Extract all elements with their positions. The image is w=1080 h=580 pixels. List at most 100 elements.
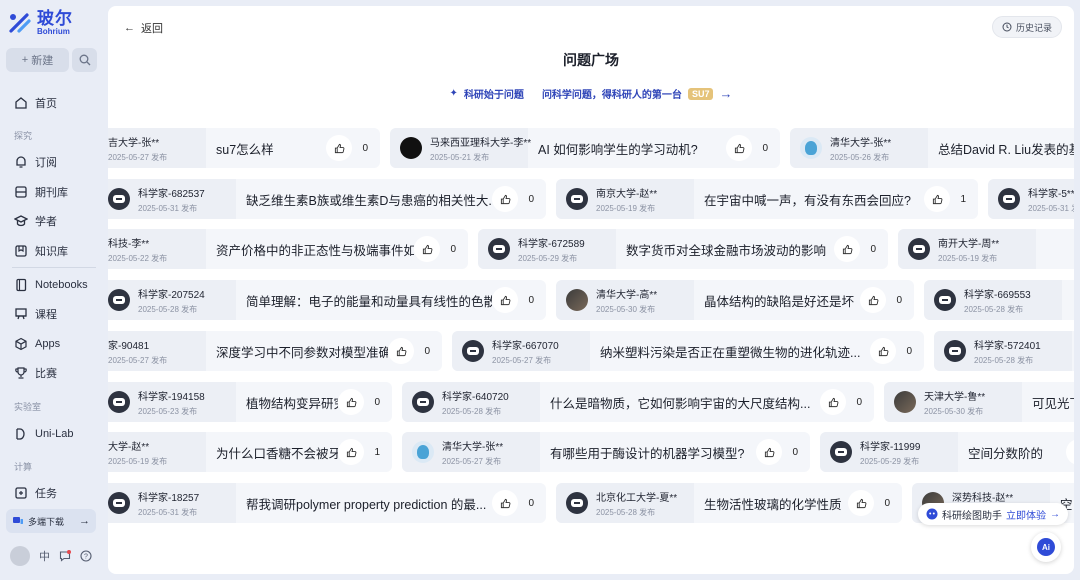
question-card[interactable]: 科学家-682537 2025-05-31 发布 缺乏维生素B族或维生素D与患癌…: [108, 179, 546, 219]
sidebar-item-journals[interactable]: 期刊库: [14, 182, 68, 202]
back-button[interactable]: ← 返回: [124, 20, 163, 36]
try-now-link[interactable]: 立即体验: [1006, 507, 1046, 522]
message-icon[interactable]: [59, 550, 71, 562]
question-author[interactable]: 清华大学-高** 2025-05-30 发布: [556, 280, 694, 320]
like-button[interactable]: [414, 236, 441, 262]
question-author[interactable]: 科技-李** 2025-05-22 发布: [108, 229, 206, 269]
drawing-assistant-banner[interactable]: 科研绘图助手 立即体验 →: [918, 503, 1068, 525]
question-author[interactable]: 科学家-572401 2025-05-28 发布: [934, 331, 1072, 371]
question-card[interactable]: 科学家-194158 2025-05-23 发布 植物结构变异研究 0: [108, 382, 392, 422]
question-author[interactable]: 清华大学-张** 2025-05-26 发布: [790, 128, 928, 168]
like-button[interactable]: [492, 490, 519, 516]
question-author[interactable]: 家-90481 2025-05-27 发布: [108, 331, 206, 371]
question-card[interactable]: 南开大学-周** 2025-05-19 发布 0: [898, 229, 1074, 269]
sidebar-item-courses[interactable]: 课程: [14, 304, 57, 324]
question-card[interactable]: 科学家-11999 2025-05-29 发布 空间分数阶的 0: [820, 432, 1074, 472]
ai-assistant-button[interactable]: Ai: [1031, 532, 1061, 562]
like-button[interactable]: [492, 287, 519, 313]
question-author[interactable]: 大学-赵** 2025-05-19 发布: [108, 432, 206, 472]
question-card[interactable]: 科学家-667070 2025-05-27 发布 纳米塑料污染是否正在重塑微生物…: [452, 331, 924, 371]
question-text[interactable]: 在宇宙中喊一声，有没有东西会回应?: [694, 190, 924, 209]
question-author[interactable]: 科学家-5** 2025-05-31 发布: [988, 179, 1074, 219]
question-card[interactable]: 南京大学-赵** 2025-05-19 发布 在宇宙中喊一声，有没有东西会回应?…: [556, 179, 978, 219]
question-author[interactable]: 科学家-667070 2025-05-27 发布: [452, 331, 590, 371]
question-card[interactable]: 家-90481 2025-05-27 发布 深度学习中不同参数对模型准确性的影响…: [108, 331, 442, 371]
logo[interactable]: 玻尔 Bohrium: [8, 10, 73, 36]
question-text[interactable]: 为什么口香糖不会被牙齿嚼烂?: [206, 443, 338, 462]
question-author[interactable]: 天津大学-鲁** 2025-05-30 发布: [884, 382, 1022, 422]
question-author[interactable]: 科学家-682537 2025-05-31 发布: [108, 179, 236, 219]
question-text[interactable]: 深度学习中不同参数对模型准确性的影响: [206, 342, 388, 361]
question-card[interactable]: 北京化工大学-夏** 2025-05-28 发布 生物活性玻璃的化学性质 0: [556, 483, 902, 523]
question-text[interactable]: AI 如何影响学生的学习动机?: [528, 139, 726, 158]
question-text[interactable]: 缺乏维生素B族或维生素D与患癌的相关性大...: [236, 190, 492, 209]
question-card[interactable]: 大学-赵** 2025-05-19 发布 为什么口香糖不会被牙齿嚼烂? 1: [108, 432, 392, 472]
question-text[interactable]: 资产价格中的非正态性与极端事件如何建模?: [206, 240, 414, 259]
question-card[interactable]: 清华大学-高** 2025-05-30 发布 晶体结构的缺陷是好还是坏 0: [556, 280, 914, 320]
like-button[interactable]: [388, 338, 415, 364]
question-author[interactable]: 科学家-669553 2025-05-28 发布: [924, 280, 1062, 320]
sidebar-item-tasks[interactable]: 任务: [14, 483, 57, 503]
question-text[interactable]: 帮我调研polymer property prediction 的最...: [236, 494, 492, 513]
question-card[interactable]: 科学家-5** 2025-05-31 发布 0: [988, 179, 1074, 219]
user-avatar[interactable]: [10, 546, 30, 566]
question-text[interactable]: 简单理解：电子的能量和动量具有线性的色散...: [236, 291, 492, 310]
sidebar-item-subscribe[interactable]: 订阅: [14, 152, 57, 172]
sidebar-item-apps[interactable]: Apps: [14, 334, 60, 354]
question-author[interactable]: 科学家-640720 2025-05-28 发布: [402, 382, 540, 422]
like-button[interactable]: [326, 135, 353, 161]
question-author[interactable]: 北京化工大学-夏** 2025-05-28 发布: [556, 483, 694, 523]
sidebar-item-unilab[interactable]: Uni-Lab: [14, 424, 74, 444]
sidebar-item-contests[interactable]: 比赛: [14, 363, 57, 383]
sidebar-item-scholars[interactable]: 学者: [14, 211, 57, 231]
question-card[interactable]: 科学家-207524 2025-05-28 发布 简单理解：电子的能量和动量具有…: [108, 280, 546, 320]
question-card[interactable]: 科学家-672589 2025-05-29 发布 数字货币对全球金融市场波动的影…: [478, 229, 888, 269]
question-text[interactable]: 空间分数阶的: [958, 443, 1066, 462]
new-button[interactable]: + 新建: [6, 48, 69, 72]
question-card[interactable]: 科技-李** 2025-05-22 发布 资产价格中的非正态性与极端事件如何建模…: [108, 229, 468, 269]
like-button[interactable]: [870, 338, 897, 364]
like-button[interactable]: [860, 287, 887, 313]
question-author[interactable]: 科学家-18257 2025-05-31 发布: [108, 483, 236, 523]
like-button[interactable]: [338, 389, 365, 415]
question-author[interactable]: 南开大学-周** 2025-05-19 发布: [898, 229, 1036, 269]
question-card[interactable]: 马来西亚理科大学-李** 2025-05-21 发布 AI 如何影响学生的学习动…: [390, 128, 780, 168]
question-card[interactable]: 科学家-669553 2025-05-28 发布 0: [924, 280, 1074, 320]
sidebar-item-home[interactable]: 首页: [14, 93, 57, 113]
question-author[interactable]: 清华大学-张** 2025-05-27 发布: [402, 432, 540, 472]
like-button[interactable]: [492, 186, 519, 212]
promo-banner[interactable]: ✦ 科研始于问题 问科学问题，得科研人的第一台 SU7 →: [108, 86, 1074, 101]
question-card[interactable]: 清华大学-张** 2025-05-27 发布 有哪些用于酶设计的机器学习模型? …: [402, 432, 810, 472]
like-button[interactable]: [338, 439, 365, 465]
like-button[interactable]: [848, 490, 875, 516]
like-button[interactable]: [924, 186, 951, 212]
like-button[interactable]: [756, 439, 783, 465]
like-button[interactable]: [726, 135, 753, 161]
question-text[interactable]: 纳米塑料污染是否正在重塑微生物的进化轨迹...: [590, 342, 870, 361]
question-text[interactable]: 植物结构变异研究: [236, 393, 338, 412]
question-author[interactable]: 南京大学-赵** 2025-05-19 发布: [556, 179, 694, 219]
question-author[interactable]: 科学家-11999 2025-05-29 发布: [820, 432, 958, 472]
question-card[interactable]: 科学家-572401 2025-05-28 发布 0: [934, 331, 1074, 371]
question-author[interactable]: 吉大学-张** 2025-05-27 发布: [108, 128, 206, 168]
sidebar-item-notebooks[interactable]: Notebooks: [14, 275, 88, 295]
like-button[interactable]: [1066, 439, 1074, 465]
question-text[interactable]: 生物活性玻璃的化学性质: [694, 494, 848, 513]
sidebar-item-knowledge[interactable]: 知识库: [14, 241, 68, 261]
download-button[interactable]: 多端下载 →: [6, 509, 96, 533]
question-card[interactable]: 科学家-640720 2025-05-28 发布 什么是暗物质，它如何影响宇宙的…: [402, 382, 874, 422]
question-card[interactable]: 天津大学-鲁** 2025-05-30 发布 可见光下 0: [884, 382, 1074, 422]
question-card[interactable]: 清华大学-张** 2025-05-26 发布 总结David R. Liu发表的…: [790, 128, 1074, 168]
like-button[interactable]: [834, 236, 861, 262]
question-author[interactable]: 科学家-207524 2025-05-28 发布: [108, 280, 236, 320]
language-toggle[interactable]: 中: [39, 548, 50, 564]
question-text[interactable]: 有哪些用于酶设计的机器学习模型?: [540, 443, 756, 462]
question-text[interactable]: su7怎么样: [206, 139, 326, 158]
question-card[interactable]: 科学家-18257 2025-05-31 发布 帮我调研polymer prop…: [108, 483, 546, 523]
help-icon[interactable]: ?: [80, 550, 92, 562]
like-button[interactable]: [820, 389, 847, 415]
search-button[interactable]: [72, 48, 97, 72]
question-text[interactable]: 可见光下: [1022, 393, 1074, 412]
history-button[interactable]: 历史记录: [991, 16, 1062, 38]
question-card[interactable]: 吉大学-张** 2025-05-27 发布 su7怎么样 0: [108, 128, 380, 168]
